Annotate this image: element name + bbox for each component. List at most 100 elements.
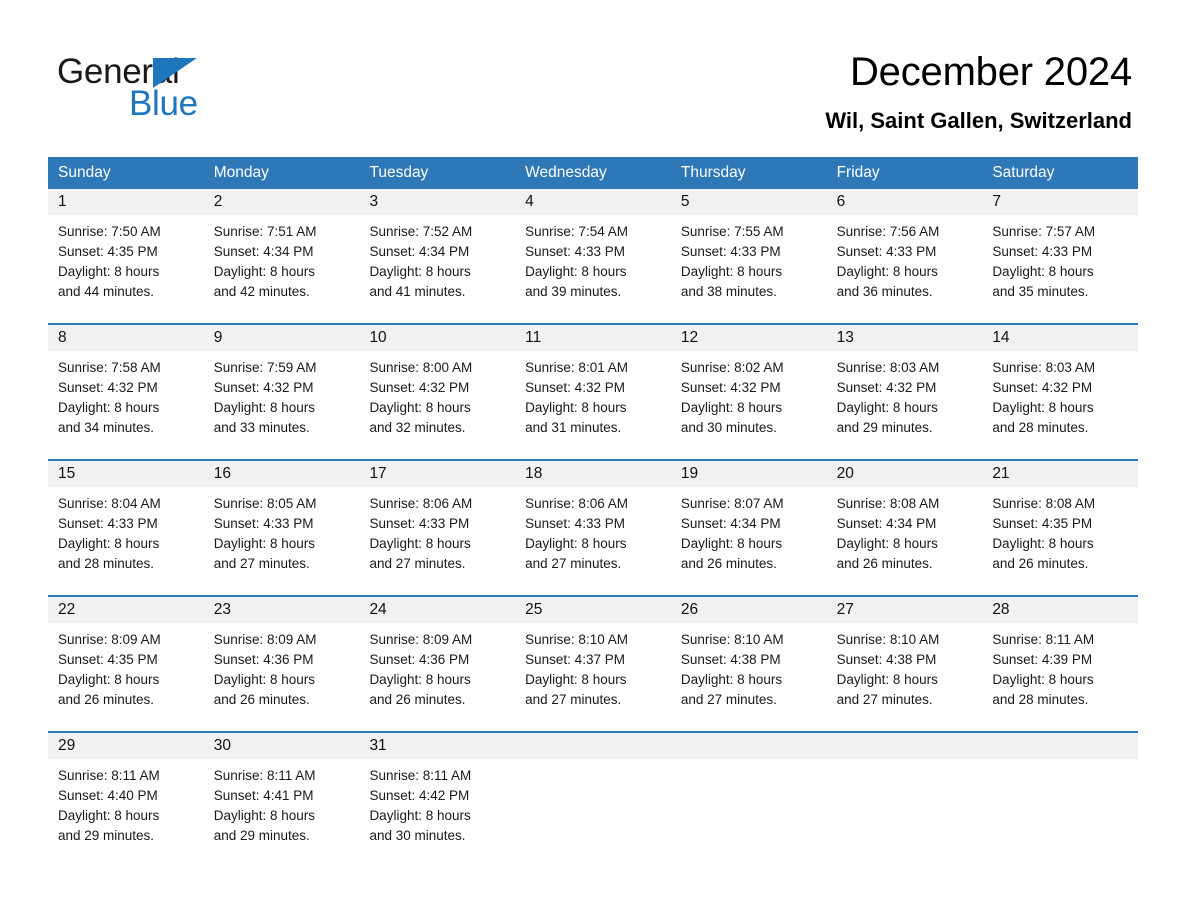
day-number: 27 [826, 597, 983, 623]
day-cell[interactable]: 12 Sunrise: 8:02 AM Sunset: 4:32 PM Dayl… [670, 325, 827, 451]
daylight-text-line1: Daylight: 8 hours [992, 400, 1094, 415]
day-info: Sunrise: 8:06 AM Sunset: 4:33 PM Dayligh… [515, 487, 671, 574]
sunset-text: Sunset: 4:32 PM [680, 380, 781, 395]
week-row: 8 Sunrise: 7:58 AM Sunset: 4:32 PM Dayli… [48, 323, 1139, 451]
sunset-text: Sunset: 4:32 PM [58, 380, 158, 395]
day-cell[interactable]: 23 Sunrise: 8:09 AM Sunset: 4:36 PM Dayl… [203, 597, 360, 723]
day-cell[interactable]: 15 Sunrise: 8:04 AM Sunset: 4:33 PM Dayl… [48, 461, 204, 587]
daylight-text-line1: Daylight: 8 hours [213, 672, 316, 687]
sunrise-text: Sunrise: 8:00 AM [369, 360, 473, 375]
daylight-text-line2: and 28 minutes. [58, 556, 155, 571]
daylight-text-line1: Daylight: 8 hours [525, 672, 627, 687]
brand-logo[interactable]: General Blue [57, 52, 317, 123]
day-cell[interactable]: 30 Sunrise: 8:11 AM Sunset: 4:41 PM Dayl… [203, 733, 360, 859]
day-cell[interactable]: 5 Sunrise: 7:55 AM Sunset: 4:33 PM Dayli… [670, 189, 827, 315]
weekday-header-monday: Monday [213, 164, 269, 181]
day-cell[interactable]: 27 Sunrise: 8:10 AM Sunset: 4:38 PM Dayl… [826, 597, 983, 723]
day-info: Sunrise: 8:00 AM Sunset: 4:32 PM Dayligh… [359, 351, 515, 438]
daylight-text-line1: Daylight: 8 hours [369, 536, 471, 551]
day-cell[interactable]: 7 Sunrise: 7:57 AM Sunset: 4:33 PM Dayli… [982, 189, 1139, 315]
day-number: 30 [203, 733, 360, 759]
day-number: 6 [826, 189, 983, 215]
weekday-header-row: Sunday Monday Tuesday Wednesday Thursday… [48, 157, 1138, 189]
day-info [827, 759, 983, 766]
daylight-text-line2: and 30 minutes. [369, 828, 466, 843]
page-title: December 2024 [849, 50, 1132, 94]
daylight-text-line1: Daylight: 8 hours [836, 536, 938, 551]
day-cell[interactable]: 18 Sunrise: 8:06 AM Sunset: 4:33 PM Dayl… [515, 461, 671, 587]
day-cell[interactable]: 9 Sunrise: 7:59 AM Sunset: 4:32 PM Dayli… [203, 325, 360, 451]
sunset-text: Sunset: 4:32 PM [836, 380, 937, 395]
sunrise-text: Sunrise: 8:10 AM [680, 632, 784, 647]
day-number [982, 733, 1139, 759]
day-number: 25 [515, 597, 671, 623]
sunrise-text: Sunrise: 8:06 AM [525, 496, 628, 511]
sunrise-text: Sunrise: 7:51 AM [213, 224, 317, 239]
brand-name-blue: Blue [129, 84, 198, 123]
day-cell[interactable]: 26 Sunrise: 8:10 AM Sunset: 4:38 PM Dayl… [670, 597, 827, 723]
day-number [826, 733, 983, 759]
sunset-text: Sunset: 4:33 PM [58, 516, 158, 531]
daylight-text-line2: and 32 minutes. [369, 420, 466, 435]
day-number: 10 [359, 325, 516, 351]
day-cell[interactable]: 3 Sunrise: 7:52 AM Sunset: 4:34 PM Dayli… [359, 189, 516, 315]
daylight-text-line2: and 26 minutes. [213, 692, 310, 707]
sunset-text: Sunset: 4:36 PM [213, 652, 314, 667]
day-cell[interactable]: 28 Sunrise: 8:11 AM Sunset: 4:39 PM Dayl… [982, 597, 1139, 723]
sunrise-text: Sunrise: 7:50 AM [58, 224, 161, 239]
day-cell[interactable]: 19 Sunrise: 8:07 AM Sunset: 4:34 PM Dayl… [670, 461, 827, 587]
day-cell[interactable]: 8 Sunrise: 7:58 AM Sunset: 4:32 PM Dayli… [48, 325, 204, 451]
day-cell[interactable]: 22 Sunrise: 8:09 AM Sunset: 4:35 PM Dayl… [48, 597, 204, 723]
sunrise-text: Sunrise: 8:11 AM [992, 632, 1095, 647]
sunrise-text: Sunrise: 8:04 AM [58, 496, 161, 511]
day-cell[interactable]: 20 Sunrise: 8:08 AM Sunset: 4:34 PM Dayl… [826, 461, 983, 587]
day-cell[interactable]: 1 Sunrise: 7:50 AM Sunset: 4:35 PM Dayli… [48, 189, 204, 315]
daylight-text-line1: Daylight: 8 hours [525, 264, 627, 279]
sunset-text: Sunset: 4:42 PM [369, 788, 470, 803]
daylight-text-line1: Daylight: 8 hours [213, 536, 316, 551]
daylight-text-line2: and 27 minutes. [213, 556, 310, 571]
day-info: Sunrise: 8:09 AM Sunset: 4:36 PM Dayligh… [204, 623, 360, 710]
day-cell[interactable]: 11 Sunrise: 8:01 AM Sunset: 4:32 PM Dayl… [515, 325, 671, 451]
day-info: Sunrise: 7:58 AM Sunset: 4:32 PM Dayligh… [48, 351, 204, 438]
day-info: Sunrise: 8:10 AM Sunset: 4:38 PM Dayligh… [671, 623, 827, 710]
sunset-text: Sunset: 4:38 PM [680, 652, 781, 667]
daylight-text-line2: and 28 minutes. [992, 692, 1089, 707]
sunrise-text: Sunrise: 8:02 AM [680, 360, 784, 375]
day-cell[interactable]: 4 Sunrise: 7:54 AM Sunset: 4:33 PM Dayli… [515, 189, 671, 315]
daylight-text-line1: Daylight: 8 hours [213, 264, 316, 279]
sunrise-text: Sunrise: 8:10 AM [836, 632, 940, 647]
daylight-text-line1: Daylight: 8 hours [369, 672, 471, 687]
day-info: Sunrise: 7:56 AM Sunset: 4:33 PM Dayligh… [827, 215, 983, 302]
day-cell[interactable]: 25 Sunrise: 8:10 AM Sunset: 4:37 PM Dayl… [515, 597, 671, 723]
day-cell[interactable]: 6 Sunrise: 7:56 AM Sunset: 4:33 PM Dayli… [826, 189, 983, 315]
day-number: 28 [982, 597, 1139, 623]
day-number: 29 [48, 733, 204, 759]
day-info: Sunrise: 8:11 AM Sunset: 4:40 PM Dayligh… [48, 759, 204, 846]
daylight-text-line2: and 33 minutes. [213, 420, 310, 435]
daylight-text-line1: Daylight: 8 hours [369, 400, 471, 415]
day-cell[interactable]: 16 Sunrise: 8:05 AM Sunset: 4:33 PM Dayl… [203, 461, 360, 587]
day-cell[interactable]: 29 Sunrise: 8:11 AM Sunset: 4:40 PM Dayl… [48, 733, 204, 859]
calendar-grid: Sunday Monday Tuesday Wednesday Thursday… [48, 157, 1139, 859]
sunset-text: Sunset: 4:32 PM [213, 380, 314, 395]
day-cell[interactable]: 2 Sunrise: 7:51 AM Sunset: 4:34 PM Dayli… [203, 189, 360, 315]
day-info: Sunrise: 8:02 AM Sunset: 4:32 PM Dayligh… [671, 351, 827, 438]
daylight-text-line1: Daylight: 8 hours [369, 808, 471, 823]
day-cell[interactable]: 17 Sunrise: 8:06 AM Sunset: 4:33 PM Dayl… [359, 461, 516, 587]
week-row: 29 Sunrise: 8:11 AM Sunset: 4:40 PM Dayl… [48, 731, 1139, 859]
day-cell[interactable]: 24 Sunrise: 8:09 AM Sunset: 4:36 PM Dayl… [359, 597, 516, 723]
day-number: 8 [48, 325, 204, 351]
day-cell[interactable]: 14 Sunrise: 8:03 AM Sunset: 4:32 PM Dayl… [982, 325, 1139, 451]
title-block: December 2024 Wil, Saint Gallen, Switzer… [825, 48, 1132, 134]
day-info: Sunrise: 8:11 AM Sunset: 4:42 PM Dayligh… [359, 759, 515, 846]
sunrise-text: Sunrise: 8:08 AM [992, 496, 1096, 511]
day-number: 3 [359, 189, 516, 215]
day-number: 11 [515, 325, 671, 351]
daylight-text-line1: Daylight: 8 hours [992, 536, 1094, 551]
day-cell[interactable]: 31 Sunrise: 8:11 AM Sunset: 4:42 PM Dayl… [359, 733, 516, 859]
day-cell[interactable]: 13 Sunrise: 8:03 AM Sunset: 4:32 PM Dayl… [826, 325, 983, 451]
day-cell[interactable]: 10 Sunrise: 8:00 AM Sunset: 4:32 PM Dayl… [359, 325, 516, 451]
day-cell[interactable]: 21 Sunrise: 8:08 AM Sunset: 4:35 PM Dayl… [982, 461, 1139, 587]
daylight-text-line2: and 39 minutes. [525, 284, 622, 299]
